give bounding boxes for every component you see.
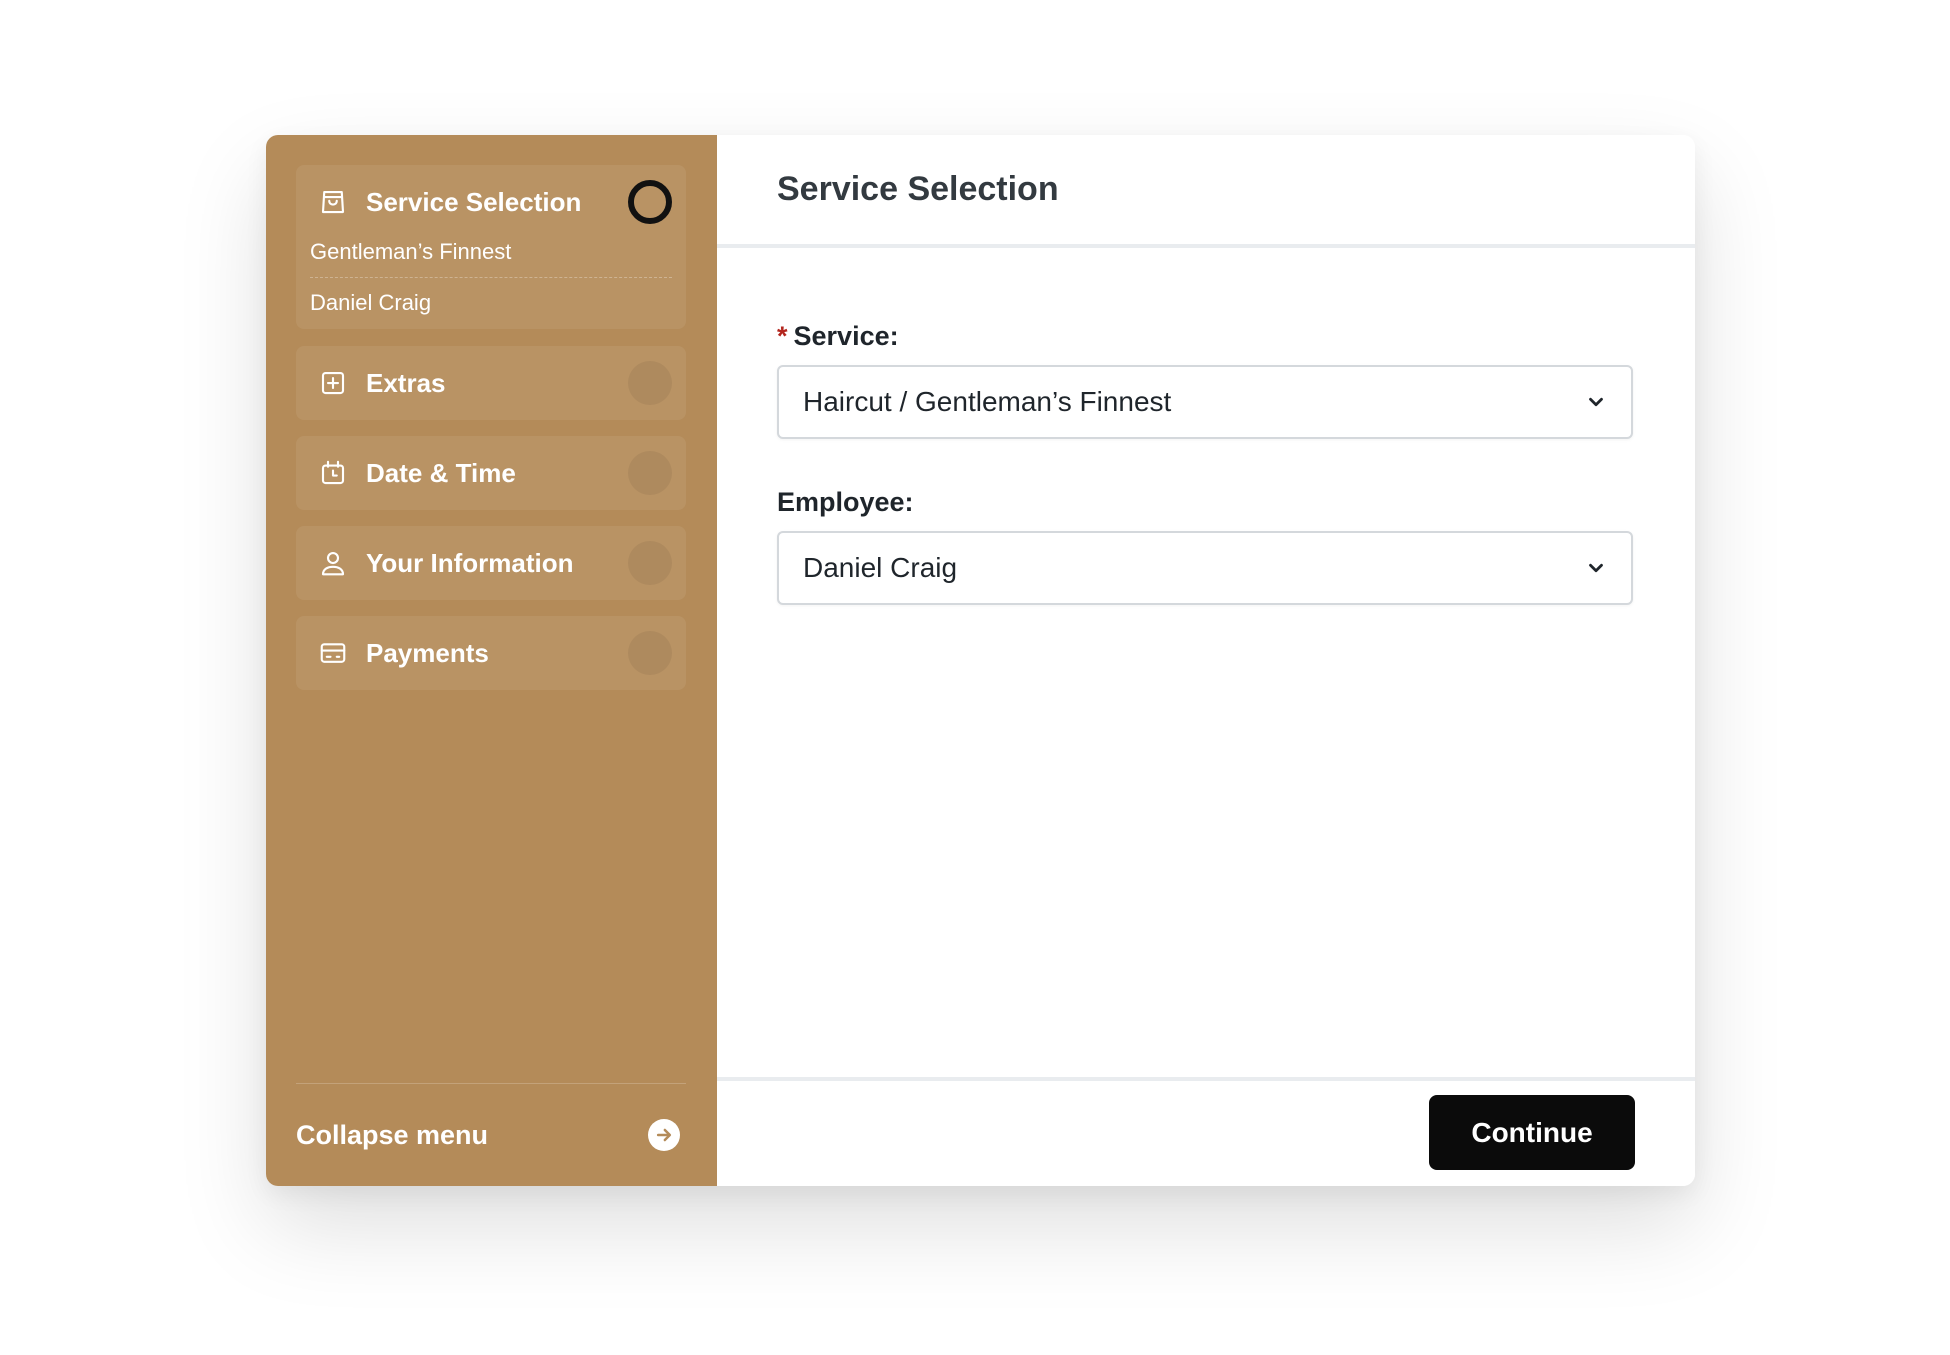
step-status-indicator <box>628 361 672 405</box>
employee-field: Employee: Daniel Craig <box>777 485 1633 605</box>
required-marker: * <box>777 321 788 351</box>
service-field: * Service: Haircut / Gentleman’s Finnest <box>777 319 1633 439</box>
sidebar-step-payments[interactable]: Payments <box>296 616 686 690</box>
service-label-text: Service: <box>793 321 899 351</box>
service-form: * Service: Haircut / Gentleman’s Finnest … <box>777 319 1633 605</box>
calendar-clock-icon <box>318 458 348 488</box>
arrow-right-circle-icon <box>648 1119 680 1151</box>
sidebar-step-extras[interactable]: Extras <box>296 346 686 420</box>
chevron-down-icon <box>1585 391 1607 413</box>
collapse-menu-button[interactable]: Collapse menu <box>296 1083 686 1186</box>
selected-service-summary: Gentleman’s Finnest <box>310 239 512 264</box>
sidebar-step-service-selection[interactable]: Service Selection Gentleman’s Finnest Da… <box>296 165 686 329</box>
step-status-indicator <box>628 180 672 224</box>
employee-label: Employee: <box>777 487 914 517</box>
sidebar-step-your-information[interactable]: Your Information <box>296 526 686 600</box>
service-label: * Service: <box>777 319 1633 353</box>
shopping-bag-icon <box>318 187 348 217</box>
sidebar-step-label: Service Selection <box>366 186 582 217</box>
collapse-menu-label: Collapse menu <box>296 1119 489 1150</box>
service-select-value: Haircut / Gentleman’s Finnest <box>803 386 1172 417</box>
step-status-indicator <box>628 541 672 585</box>
sidebar-step-label: Payments <box>366 637 489 668</box>
selected-employee-summary: Daniel Craig <box>310 277 672 328</box>
step-status-indicator <box>628 451 672 495</box>
main-panel: Service Selection * Service: Haircut / Ge… <box>717 135 1695 1186</box>
booking-card: Service Selection Gentleman’s Finnest Da… <box>266 135 1695 1186</box>
continue-button[interactable]: Continue <box>1429 1095 1635 1170</box>
sidebar-step-label: Your Information <box>366 547 574 578</box>
main-header: Service Selection <box>717 135 1695 248</box>
sidebar-step-date-time[interactable]: Date & Time <box>296 436 686 510</box>
employee-select-value: Daniel Craig <box>803 552 958 583</box>
step-status-indicator <box>628 631 672 675</box>
sidebar: Service Selection Gentleman’s Finnest Da… <box>266 135 717 1186</box>
plus-square-icon <box>318 368 348 398</box>
user-icon <box>318 548 348 578</box>
main-footer: Continue <box>717 1077 1695 1186</box>
chevron-down-icon <box>1585 557 1607 579</box>
employee-select[interactable]: Daniel Craig <box>777 531 1633 605</box>
credit-card-icon <box>318 638 348 668</box>
step-details: Gentleman’s Finnest Daniel Craig <box>296 227 686 328</box>
sidebar-step-label: Date & Time <box>366 457 516 488</box>
page-title: Service Selection <box>777 170 1059 208</box>
service-select[interactable]: Haircut / Gentleman’s Finnest <box>777 365 1633 439</box>
sidebar-step-label: Extras <box>366 367 446 398</box>
